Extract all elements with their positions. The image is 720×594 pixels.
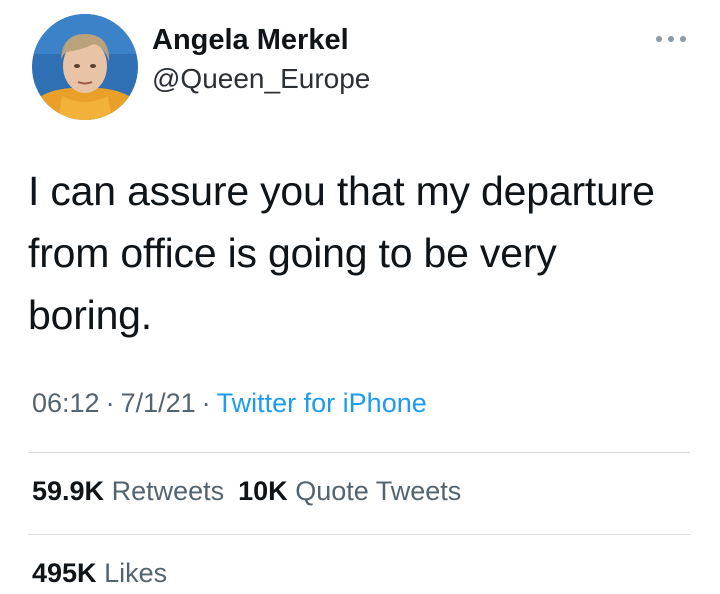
retweets-stat[interactable]: 59.9K Retweets [32, 476, 224, 506]
more-options-icon[interactable] [656, 32, 686, 46]
tweet-card: Angela Merkel @Queen_Europe I can assure… [0, 0, 720, 594]
avatar[interactable] [32, 14, 138, 120]
tweet-time[interactable]: 06:12 [32, 388, 100, 418]
tweet-text-line: I can assure you that my departure [28, 168, 655, 214]
retweets-label: Retweets [111, 476, 225, 506]
tweet-text-line: from office is going to be very [28, 230, 557, 276]
likes-stat[interactable]: 495K Likes [32, 558, 167, 588]
retweets-count: 59.9K [32, 476, 105, 506]
divider [28, 452, 690, 453]
author-handle[interactable]: @Queen_Europe [152, 63, 370, 95]
engagement-stats: 59.9K Retweets 10K Quote Tweets [32, 476, 461, 507]
likes-count: 495K [32, 558, 97, 588]
author-display-name[interactable]: Angela Merkel [152, 24, 349, 57]
tweet-text-line: boring. [28, 292, 152, 338]
likes-label: Likes [104, 558, 168, 588]
quote-tweets-count: 10K [238, 476, 288, 506]
meta-separator: · [105, 388, 115, 418]
tweet-source-link[interactable]: Twitter for iPhone [217, 388, 427, 418]
avatar-image [32, 14, 138, 120]
divider [28, 534, 690, 535]
tweet-meta: 06:12 · 7/1/21 · Twitter for iPhone [32, 388, 427, 419]
tweet-text: I can assure you that my departure from … [28, 160, 688, 346]
quote-tweets-label: Quote Tweets [295, 476, 462, 506]
meta-separator: · [201, 388, 211, 418]
quote-tweets-stat[interactable]: 10K Quote Tweets [238, 476, 461, 506]
tweet-date[interactable]: 7/1/21 [121, 388, 196, 418]
likes-stats: 495K Likes [32, 558, 167, 589]
